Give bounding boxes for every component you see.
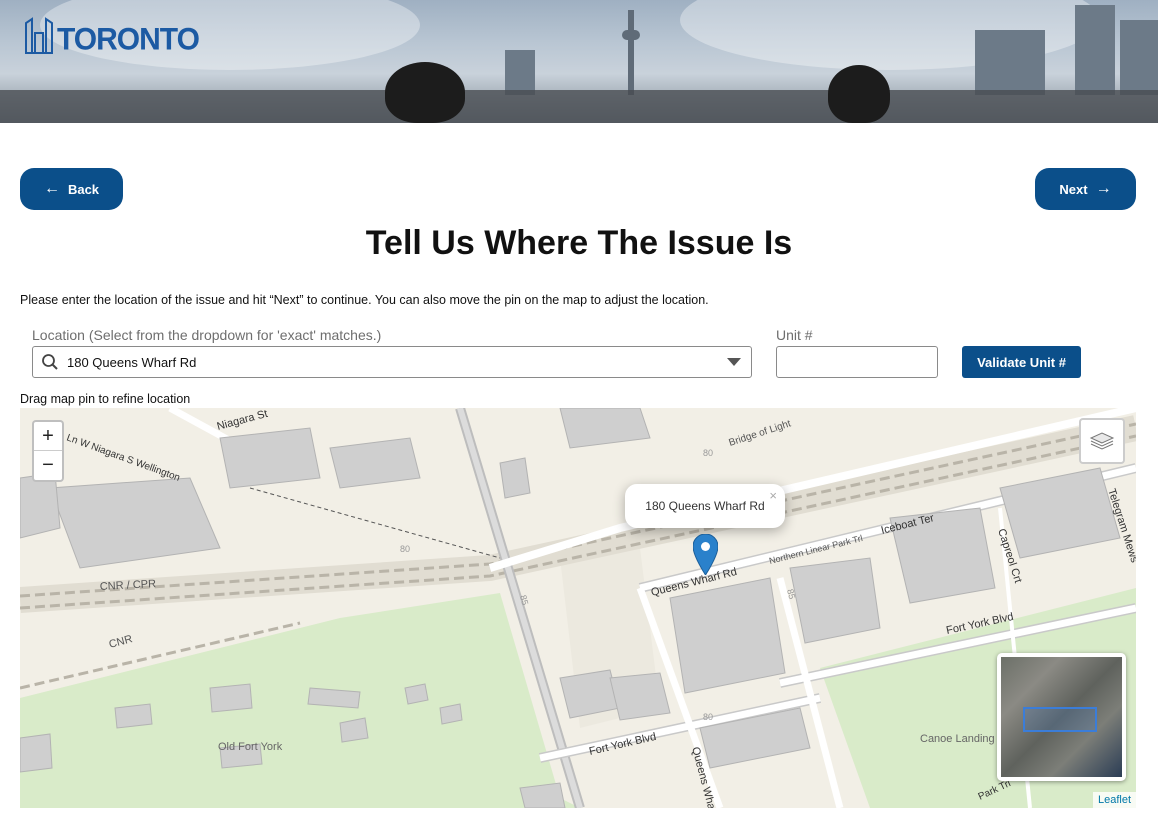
zoom-control: + − bbox=[32, 420, 64, 482]
toronto-logo[interactable]: TORONTO bbox=[24, 15, 200, 57]
minimap-image bbox=[1001, 657, 1122, 777]
logo-text: TORONTO bbox=[57, 22, 200, 57]
label-old-fort-york: Old Fort York bbox=[218, 741, 283, 753]
unit-input[interactable] bbox=[776, 346, 938, 378]
location-input[interactable]: 180 Queens Wharf Rd bbox=[32, 346, 752, 378]
banner-goose bbox=[385, 62, 465, 123]
dropdown-caret-icon[interactable] bbox=[727, 358, 741, 366]
park-area bbox=[20, 593, 580, 808]
next-button-label: Next bbox=[1059, 181, 1088, 197]
map-tiles[interactable]: Niagara St Ln W Niagara S Wellington Bri… bbox=[20, 408, 1136, 808]
minimap-viewport[interactable] bbox=[1023, 707, 1097, 732]
zoom-out-button[interactable]: − bbox=[34, 451, 62, 480]
location-label: Location (Select from the dropdown for '… bbox=[32, 327, 382, 343]
map[interactable]: Niagara St Ln W Niagara S Wellington Bri… bbox=[20, 408, 1136, 808]
leaflet-attribution-link[interactable]: Leaflet bbox=[1092, 792, 1136, 808]
back-button-label: Back bbox=[67, 181, 100, 197]
search-icon bbox=[42, 354, 58, 370]
label-niagara: Niagara St bbox=[216, 408, 269, 433]
zoom-in-button[interactable]: + bbox=[34, 422, 62, 451]
layers-button[interactable] bbox=[1079, 418, 1125, 464]
back-button[interactable]: ← Back bbox=[20, 168, 123, 210]
map-pin-icon[interactable] bbox=[693, 534, 718, 575]
banner-building bbox=[1120, 20, 1158, 95]
drag-hint-text: Drag map pin to refine location bbox=[20, 392, 191, 406]
arrow-left-icon: ← bbox=[43, 180, 60, 197]
banner-building bbox=[1075, 5, 1115, 95]
popup-close-icon[interactable]: × bbox=[769, 488, 777, 503]
label-80c: 80 bbox=[703, 712, 713, 722]
banner-band bbox=[0, 90, 1158, 123]
layers-icon bbox=[1089, 432, 1115, 450]
city-hall-icon bbox=[25, 17, 53, 54]
label-80a: 80 bbox=[703, 448, 713, 458]
map-popup: 180 Queens Wharf Rd × bbox=[625, 484, 785, 528]
location-value: 180 Queens Wharf Rd bbox=[67, 354, 197, 370]
banner-building bbox=[505, 50, 535, 95]
banner-goose bbox=[828, 65, 890, 123]
label-bridge: Bridge of Light bbox=[728, 418, 793, 448]
label-lnw: Ln W Niagara S Wellington bbox=[65, 432, 181, 483]
banner-cn-tower-pod bbox=[622, 30, 640, 40]
banner-building bbox=[975, 30, 1045, 95]
page-title: Tell Us Where The Issue Is bbox=[365, 224, 793, 262]
label-cnr: CNR bbox=[108, 633, 134, 651]
header-banner: TORONTO bbox=[0, 0, 1158, 123]
instructions-text: Please enter the location of the issue a… bbox=[20, 293, 709, 307]
label-80b: 80 bbox=[400, 544, 410, 554]
label-canoe-landing: Canoe Landing bbox=[920, 733, 995, 745]
arrow-right-icon: → bbox=[1095, 180, 1112, 197]
popup-text: 180 Queens Wharf Rd bbox=[645, 499, 765, 513]
validate-unit-button[interactable]: Validate Unit # bbox=[962, 346, 1081, 378]
next-button[interactable]: Next → bbox=[1035, 168, 1136, 210]
banner-cn-tower bbox=[628, 10, 634, 95]
label-fort-york-blvd-2: Fort York Blvd bbox=[588, 731, 657, 758]
unit-label: Unit # bbox=[776, 327, 813, 343]
minimap[interactable] bbox=[997, 653, 1126, 781]
